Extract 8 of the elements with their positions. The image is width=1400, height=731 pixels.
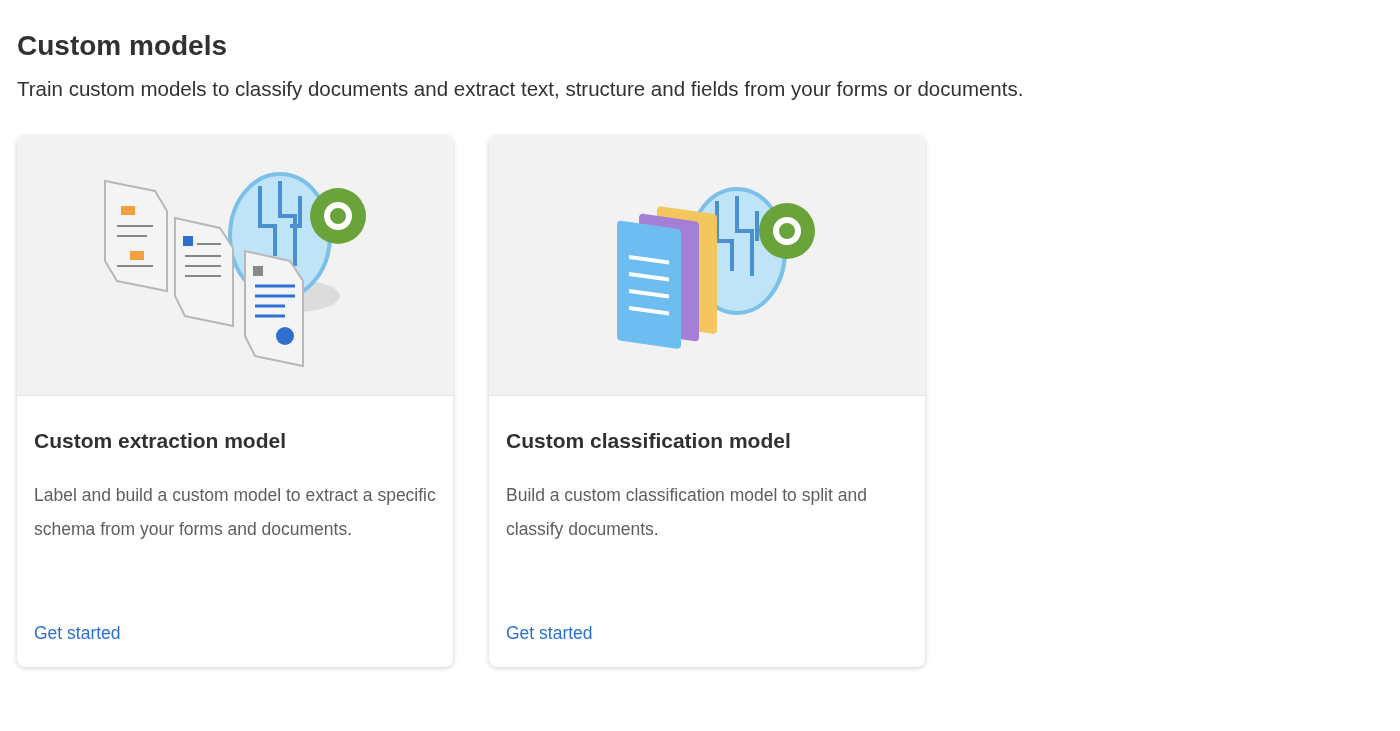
card-description: Label and build a custom model to extract a specific schema from your forms and documents.: [34, 484, 436, 541]
page-description: Train custom models to classify documents and extract text, structure and fields from your forms or documents.: [17, 76, 1025, 102]
card-description: Build a custom classification model to split and classify documents.: [506, 484, 868, 541]
card-title: Custom classification model: [506, 428, 792, 454]
get-started-link[interactable]: Get started: [34, 621, 121, 645]
page-title: Custom models: [17, 29, 229, 63]
get-started-link[interactable]: Get started: [506, 621, 593, 645]
card-title: Custom extraction model: [34, 428, 288, 454]
